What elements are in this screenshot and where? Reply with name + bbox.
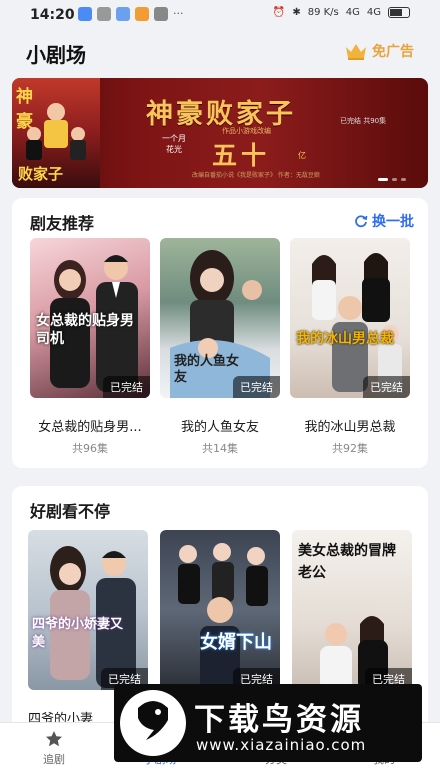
poster-figures [50,546,136,688]
drama-title[interactable]: 我的人鱼女友 [155,416,285,435]
drama-poster[interactable]: 我的冰山男总裁 已完结 [290,238,410,398]
episode-count: 共96集 [72,442,108,455]
signal-4g-icon: 4G [345,7,360,18]
star-icon [46,731,62,747]
battery-icon [388,7,410,18]
watermark-url: www.xiazainiao.com [196,736,367,754]
nav-item-follow[interactable]: 追剧 [24,729,84,767]
poster-figures [312,253,402,392]
banner-big-text: 五十 [212,141,271,170]
drama-poster[interactable]: 女婿下山 已完结 [160,530,280,690]
banner-title: 神豪败家子 [146,99,296,130]
translate-icon [97,7,111,21]
status-badge: 已完结 [233,376,280,398]
poster-title: 我的冰山男总裁 [296,331,394,347]
app-badge-icon [135,7,149,21]
alarm-icon: ⏰ [272,7,286,18]
paw-icon [116,7,130,21]
header: 小剧场 免广告 [0,30,440,74]
bird-logo-graphic [138,701,168,740]
refresh-label: 换一批 [372,214,414,230]
recommend-section: 剧友推荐 换一批 女总裁的贴身男司机 已完结 女总裁的贴身男... 共96集 我… [12,198,428,468]
poster-title: 女总裁的贴身男司机 [36,313,134,347]
poster-title: 四爷的小娇妻又美 [32,617,124,650]
drama-poster[interactable]: 女总裁的贴身男司机 已完结 [30,238,150,398]
refresh-button[interactable]: 换一批 [354,211,414,231]
refresh-icon [355,215,368,228]
section-title: 好剧看不停 [30,502,111,521]
bird-logo-icon [120,690,186,756]
poster-figures [178,543,268,690]
section-title: 剧友推荐 [30,214,95,233]
carousel-dot-active [378,178,388,181]
ad-free-button[interactable]: 免广告 [344,41,414,61]
banner-tagline: 一个月 花光 [162,133,186,155]
banner-footer: 改编自番茄小说《我是败家子》 作者：无敌豆娘 [192,172,320,179]
status-badge: 已完结 [103,376,150,398]
crown-icon [346,44,366,60]
ad-free-label: 免广告 [372,44,414,60]
watermark-text: 下载鸟资源 [194,702,364,738]
banner-poster-top-text: 神豪 [16,87,63,132]
carousel-dots [378,178,406,181]
episode-count: 共92集 [332,442,368,455]
banner-poster-image: 神豪 败家子 [12,78,100,188]
nav-label: 追剧 [43,753,65,766]
drama-title[interactable]: 我的冰山男总裁 [285,416,415,435]
banner-subtitle: 作品小游戏改编 [222,127,271,135]
status-time: 14:20 [30,7,75,23]
app-notification-icon [78,7,92,21]
status-right: ⏰ ✱ 89 K/s 4G 4G [273,7,410,18]
drama-poster[interactable]: 美女总裁的冒牌老公 已完结 [292,530,412,690]
drama-poster[interactable]: 我的人鱼女友 已完结 [160,238,280,398]
wechat-icon [154,7,168,21]
banner-line1: 一个月 [162,134,186,143]
banner-line2: 花光 [166,145,182,154]
drama-title[interactable]: 女总裁的贴身男... [25,416,155,435]
poster-title: 美女总裁的冒牌老公 [298,543,396,581]
watermark-overlay: 下载鸟资源 www.xiazainiao.com [114,684,422,762]
banner-poster-bottom-text: 败家子 [18,165,64,183]
status-bar: 14:20 ··· ⏰ ✱ 89 K/s 4G 4G [0,0,440,30]
net-speed: 89 K/s [307,7,339,18]
poster-title: 女婿下山 [200,632,272,653]
carousel-dot [401,178,406,181]
bluetooth-icon: ✱ [292,7,301,18]
hero-banner[interactable]: 神豪 败家子 神豪败家子 已完结 共90集 作品小游戏改编 一个月 花光 五十 … [12,78,428,188]
banner-unit: 亿 [298,151,306,160]
banner-status: 已完结 共90集 [340,117,387,125]
more-icon: ··· [173,7,184,20]
episode-count: 共14集 [202,442,238,455]
signal-4g-icon-2: 4G [366,7,381,18]
status-badge: 已完结 [363,376,410,398]
carousel-dot [392,178,397,181]
page-title: 小剧场 [26,43,86,67]
drama-poster[interactable]: 四爷的小娇妻又美 已完结 [28,530,148,690]
notification-icons: ··· [78,7,184,21]
